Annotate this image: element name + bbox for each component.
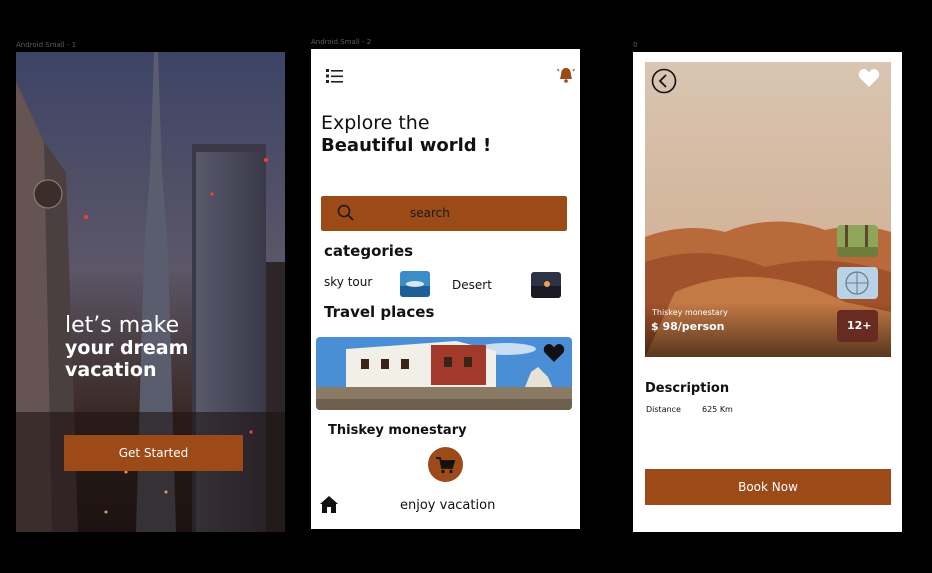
bell-icon[interactable] — [557, 66, 575, 84]
gallery-thumb-forest[interactable] — [837, 225, 878, 257]
category-thumb-desert[interactable] — [531, 272, 561, 298]
search-bar[interactable]: search — [321, 196, 567, 231]
category-label-desert[interactable]: Desert — [452, 278, 492, 292]
footer-text: enjoy vacation — [400, 498, 496, 513]
gallery-more-count: 12+ — [847, 319, 872, 332]
heart-icon[interactable] — [543, 343, 565, 363]
cart-button[interactable] — [428, 447, 463, 482]
price-label: $ 98/person — [651, 320, 725, 333]
favorite-heart-icon[interactable] — [858, 68, 880, 88]
get-started-button[interactable]: Get Started — [64, 435, 243, 471]
splash-screen: let’s make your dream vacation Get Start… — [16, 52, 285, 532]
menu-list-icon[interactable] — [326, 68, 344, 84]
headline-line-1: let’s make — [65, 313, 180, 338]
distance-label: Distance — [646, 405, 681, 414]
categories-title: categories — [324, 242, 414, 260]
home-screen: Explore the Beautiful world ! search cat… — [311, 49, 580, 529]
frame-label-2: Android Small - 2 — [311, 38, 372, 46]
place-name: Thiskey monestary — [328, 423, 467, 438]
description-title: Description — [645, 381, 730, 396]
back-arrow-icon[interactable] — [651, 68, 677, 94]
category-label-sky-tour[interactable]: sky tour — [324, 275, 372, 289]
frame-label-3: 0 — [633, 41, 638, 49]
travel-places-title: Travel places — [324, 303, 435, 321]
place-name: Thiskey monestary — [652, 308, 728, 317]
headline-line-3: vacation — [65, 359, 157, 381]
heading-line-1: Explore the — [321, 112, 430, 134]
category-thumb-sky-tour[interactable] — [400, 271, 430, 297]
frame-label-1: Android Small - 1 — [16, 41, 77, 49]
book-now-button[interactable]: Book Now — [645, 469, 891, 505]
gallery-thumb-ferris-wheel[interactable] — [837, 267, 878, 299]
home-icon[interactable] — [319, 495, 339, 514]
distance-value: 625 Km — [702, 405, 733, 414]
heading-line-2: Beautiful world ! — [321, 135, 492, 156]
headline-line-2: your dream — [65, 337, 189, 359]
search-icon — [337, 204, 354, 221]
place-card-image[interactable] — [316, 337, 572, 410]
cart-icon — [436, 457, 456, 474]
detail-screen: 12+ Thiskey monestary $ 98/person Descri… — [633, 52, 902, 532]
search-placeholder: search — [410, 206, 450, 220]
